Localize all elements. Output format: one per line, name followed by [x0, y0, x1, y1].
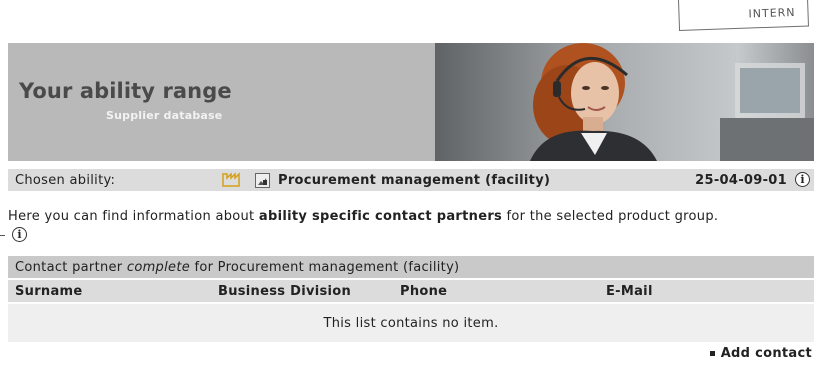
intro-text: Here you can find information about abil…	[8, 209, 814, 224]
banner-subtitle: Supplier database	[106, 109, 223, 122]
chosen-ability-value: Procurement management (facility)	[278, 172, 551, 188]
chosen-ability-code: 25-04-09-01	[695, 172, 787, 188]
intern-stamp: INTERN	[678, 0, 810, 31]
contact-group-title-emph: complete	[126, 259, 191, 275]
contact-group-header: Contact partner complete for Procurement…	[8, 256, 814, 278]
intro-text-end: for the selected product group.	[502, 209, 719, 224]
margin-tick	[0, 235, 5, 236]
intro-info-icon[interactable]: i	[12, 227, 27, 242]
column-business-division[interactable]: Business Division	[218, 284, 351, 299]
intro-text-bold: ability specific contact partners	[258, 209, 503, 224]
info-icon[interactable]: i	[795, 172, 810, 187]
contact-group-title-prefix: Contact partner	[15, 259, 127, 275]
add-contact-label: Add contact	[720, 346, 812, 361]
contact-group-title-suffix: for Procurement management (facility)	[190, 259, 460, 275]
header-banner: Your ability range Supplier database	[8, 43, 814, 161]
contact-table-header: Surname Business Division Phone E-Mail	[8, 280, 814, 302]
chosen-ability-bar: Chosen ability: Procurement management (…	[8, 169, 814, 191]
banner-photo	[435, 43, 814, 161]
contact-group-title: Contact partner complete for Procurement…	[15, 260, 459, 275]
intern-stamp-text: INTERN	[748, 5, 796, 21]
document-icon[interactable]	[255, 173, 270, 188]
column-phone[interactable]: Phone	[400, 284, 447, 299]
banner-title: Your ability range	[19, 79, 232, 103]
add-contact-link[interactable]: Add contact	[709, 346, 812, 361]
empty-list-message: This list contains no item.	[323, 315, 499, 331]
factory-icon	[222, 172, 242, 191]
intro-text-start: Here you can find information about	[8, 209, 259, 224]
chosen-ability-label: Chosen ability:	[15, 172, 116, 188]
column-email[interactable]: E-Mail	[606, 284, 653, 299]
woman-with-headset-image	[435, 43, 814, 161]
empty-list-row: This list contains no item.	[8, 304, 814, 342]
bullet-icon	[709, 351, 715, 356]
column-surname[interactable]: Surname	[15, 284, 83, 299]
